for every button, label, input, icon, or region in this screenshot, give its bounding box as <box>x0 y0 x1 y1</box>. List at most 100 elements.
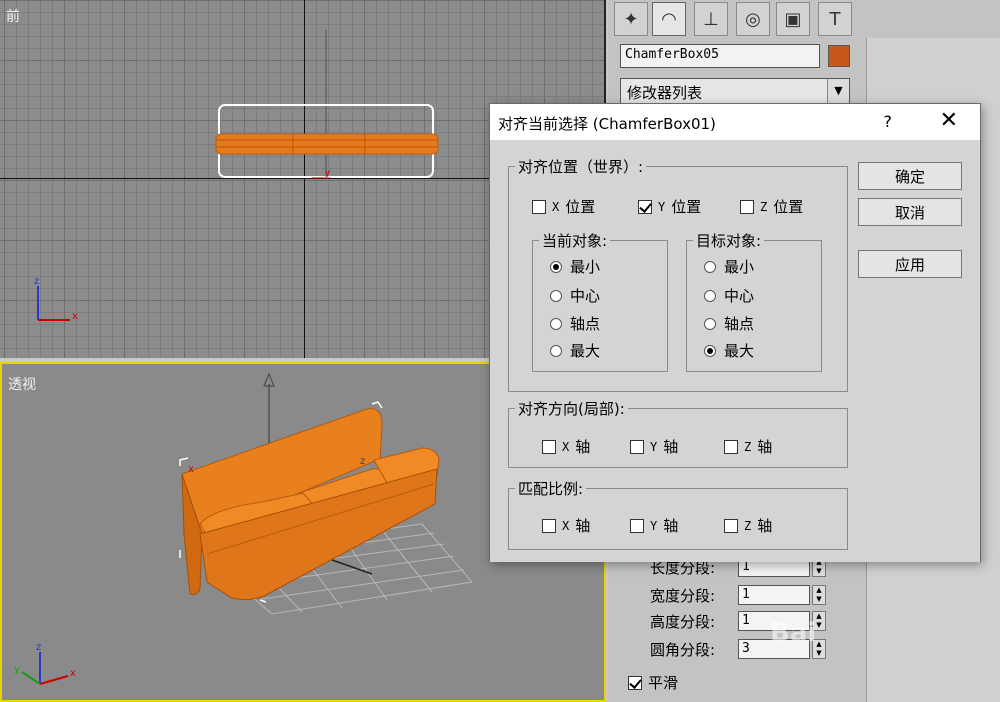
current-pivot-option[interactable]: 轴点 <box>550 313 600 334</box>
x-position-option[interactable]: X 位置 <box>532 196 595 217</box>
align-position-legend: 对齐位置（世界）: <box>518 158 644 176</box>
orient-x-label: 轴 <box>575 438 591 456</box>
motion-icon[interactable]: ◎ <box>736 2 770 36</box>
orient-y-checkbox[interactable] <box>630 439 644 454</box>
current-center-label: 中心 <box>570 287 601 305</box>
axis-letter: Z <box>744 518 752 533</box>
axis-letter: Y <box>650 439 658 454</box>
axis-letter: Y <box>650 518 658 533</box>
x-position-label: 位置 <box>565 198 596 216</box>
smooth-checkbox[interactable] <box>628 675 642 690</box>
axis-letter: Z <box>760 199 768 214</box>
utilities-icon[interactable]: T <box>818 2 852 36</box>
svg-text:z: z <box>36 642 41 653</box>
current-pivot-radio[interactable] <box>550 317 562 330</box>
align-selection-dialog: 对齐当前选择 (ChamferBox01) ? ✕ 对齐位置（世界）: X 位置… <box>489 103 981 562</box>
y-position-option[interactable]: Y 位置 <box>638 196 701 217</box>
scale-y-checkbox[interactable] <box>630 518 644 533</box>
modifier-list-dropdown[interactable]: 修改器列表 ▼ <box>620 78 850 104</box>
current-object-legend: 当前对象: <box>542 232 608 250</box>
svg-text:z: z <box>360 456 365 467</box>
current-max-option[interactable]: 最大 <box>550 340 600 361</box>
close-icon[interactable]: ✕ <box>940 108 958 133</box>
orient-z-checkbox[interactable] <box>724 439 738 454</box>
svg-text:y: y <box>325 168 331 178</box>
current-min-option[interactable]: 最小 <box>550 256 600 277</box>
target-min-label: 最小 <box>724 258 755 276</box>
scale-x-option[interactable]: X 轴 <box>542 515 590 536</box>
modify-icon[interactable]: ◠ <box>652 2 686 36</box>
target-pivot-option[interactable]: 轴点 <box>704 313 754 334</box>
scale-z-label: 轴 <box>757 517 773 535</box>
align-orientation-group: 对齐方向(局部): <box>508 398 848 468</box>
smooth-option[interactable]: 平滑 <box>628 672 678 693</box>
axis-letter: X <box>552 199 560 214</box>
dialog-title-bar[interactable]: 对齐当前选择 (ChamferBox01) ? ✕ <box>490 104 980 140</box>
svg-text:z: z <box>34 276 39 287</box>
scale-y-label: 轴 <box>663 517 679 535</box>
target-center-label: 中心 <box>724 287 755 305</box>
svg-text:x: x <box>70 668 76 679</box>
y-position-checkbox[interactable] <box>638 199 652 214</box>
target-pivot-label: 轴点 <box>724 315 755 333</box>
scale-x-checkbox[interactable] <box>542 518 556 533</box>
x-position-checkbox[interactable] <box>532 199 546 214</box>
current-pivot-label: 轴点 <box>570 315 601 333</box>
scale-y-option[interactable]: Y 轴 <box>630 515 678 536</box>
current-center-option[interactable]: 中心 <box>550 285 600 306</box>
help-icon[interactable]: ? <box>884 112 893 131</box>
target-pivot-radio[interactable] <box>704 317 716 330</box>
target-center-radio[interactable] <box>704 289 716 302</box>
z-position-label: 位置 <box>773 198 804 216</box>
current-min-label: 最小 <box>570 258 601 276</box>
orient-z-option[interactable]: Z 轴 <box>724 436 772 457</box>
cancel-button[interactable]: 取消 <box>858 198 962 226</box>
target-min-radio[interactable] <box>704 260 716 273</box>
watermark: Bai <box>770 618 817 648</box>
target-max-radio[interactable] <box>704 344 716 357</box>
chevron-down-icon[interactable]: ▼ <box>827 79 849 103</box>
scale-x-label: 轴 <box>575 517 591 535</box>
current-min-radio[interactable] <box>550 260 562 273</box>
current-max-radio[interactable] <box>550 344 562 357</box>
orient-y-option[interactable]: Y 轴 <box>630 436 678 457</box>
modifier-list-label: 修改器列表 <box>627 84 703 102</box>
target-object-legend: 目标对象: <box>696 232 762 250</box>
align-orientation-legend: 对齐方向(局部): <box>518 400 625 418</box>
current-max-label: 最大 <box>570 342 601 360</box>
current-center-radio[interactable] <box>550 289 562 302</box>
create-icon[interactable]: ✦ <box>614 2 648 36</box>
tripod-x-persp <box>39 675 69 685</box>
match-scale-group: 匹配比例: <box>508 478 848 550</box>
orient-x-option[interactable]: X 轴 <box>542 436 590 457</box>
ok-button[interactable]: 确定 <box>858 162 962 190</box>
display-icon[interactable]: ▣ <box>776 2 810 36</box>
svg-text:x: x <box>188 464 194 475</box>
axis-letter: X <box>562 439 570 454</box>
target-center-option[interactable]: 中心 <box>704 285 754 306</box>
match-scale-legend: 匹配比例: <box>518 480 584 498</box>
tripod-y-persp <box>21 671 41 685</box>
scale-z-option[interactable]: Z 轴 <box>724 515 772 536</box>
target-max-label: 最大 <box>724 342 755 360</box>
axis-letter: X <box>562 518 570 533</box>
y-position-label: 位置 <box>671 198 702 216</box>
z-position-option[interactable]: Z 位置 <box>740 196 803 217</box>
hierarchy-icon[interactable]: ⊥ <box>694 2 728 36</box>
object-color-swatch[interactable] <box>828 45 850 67</box>
scale-z-checkbox[interactable] <box>724 518 738 533</box>
target-max-option[interactable]: 最大 <box>704 340 754 361</box>
svg-text:x: x <box>72 311 78 322</box>
spinner-icon[interactable]: ▲ ▼ <box>812 585 826 605</box>
orient-x-checkbox[interactable] <box>542 439 556 454</box>
z-position-checkbox[interactable] <box>740 199 754 214</box>
axis-letter: Y <box>658 199 666 214</box>
width-segs-input[interactable]: 1 <box>738 585 810 605</box>
param-label: 高度分段: <box>650 612 716 631</box>
sofa-front-shape <box>215 133 439 155</box>
svg-text:y: y <box>14 664 20 675</box>
param-width-segs: 宽度分段: 1 ▲ ▼ <box>650 584 826 606</box>
target-min-option[interactable]: 最小 <box>704 256 754 277</box>
object-name-field[interactable]: ChamferBox05 <box>620 44 820 68</box>
apply-button[interactable]: 应用 <box>858 250 962 278</box>
